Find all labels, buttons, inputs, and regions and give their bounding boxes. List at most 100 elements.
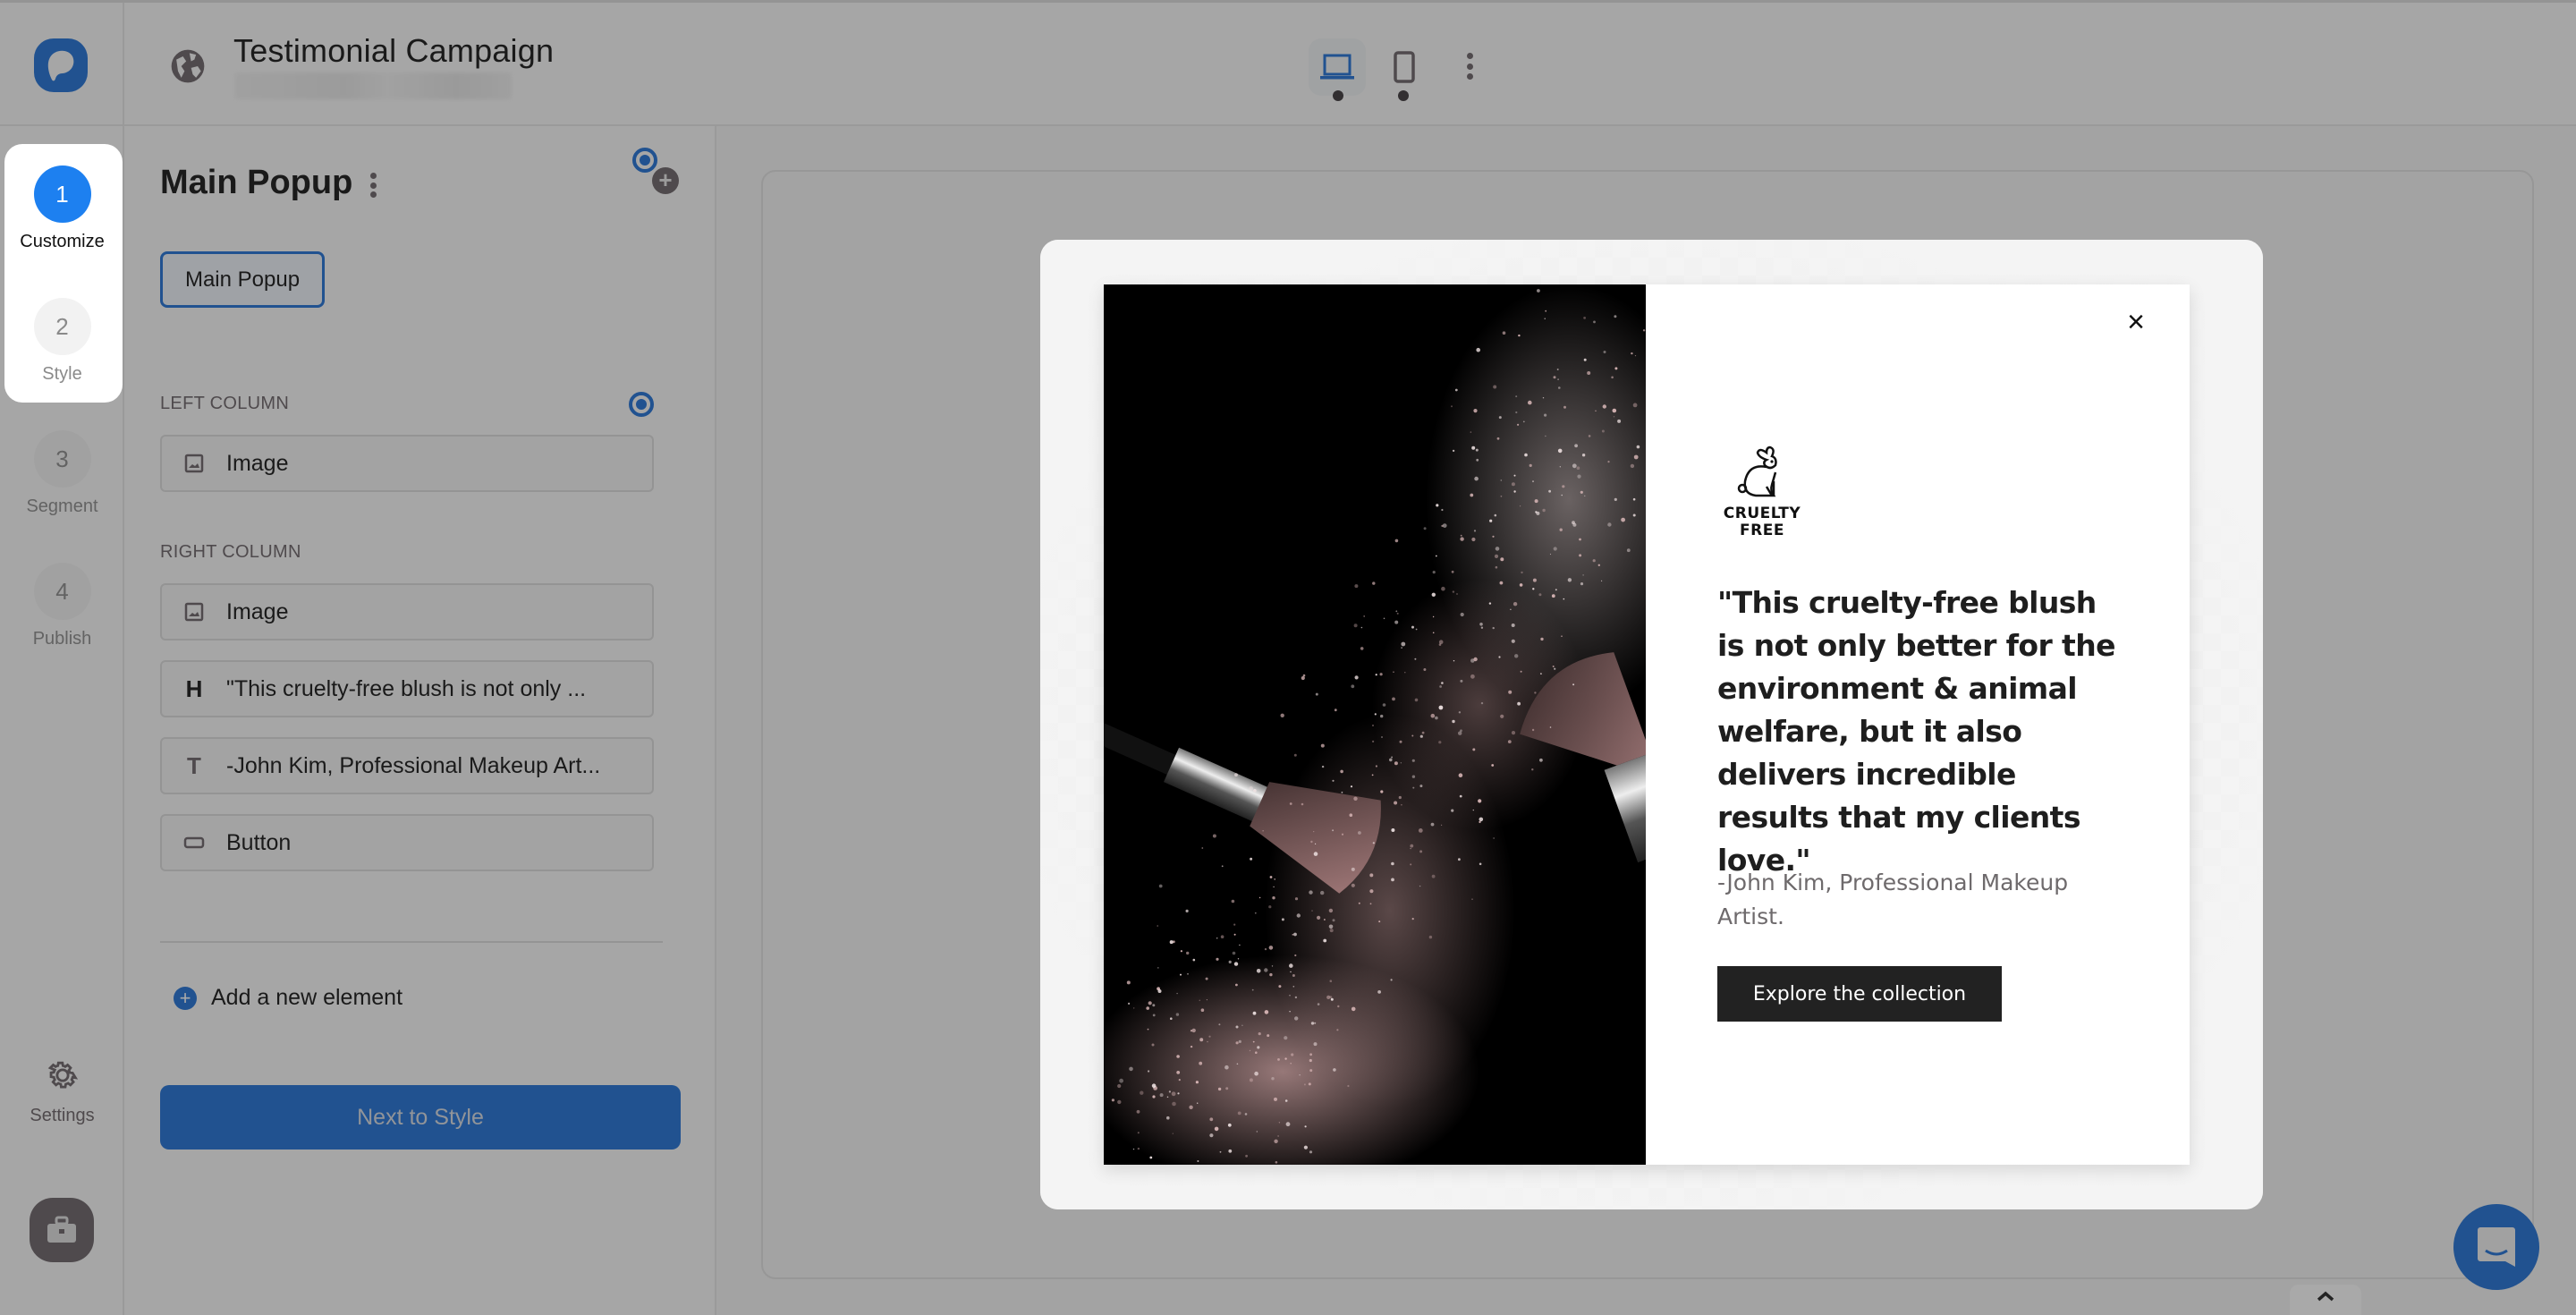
powder-speck (1432, 615, 1435, 618)
step-segment[interactable]: 3 Segment (0, 430, 124, 517)
brush-powder-image (1104, 284, 1646, 1165)
powder-speck (1549, 553, 1552, 556)
powder-speck (1268, 905, 1272, 909)
powder-speck (1267, 1034, 1270, 1038)
powder-speck (1583, 317, 1586, 319)
powder-speck (1140, 1090, 1144, 1095)
powder-speck (1341, 791, 1343, 793)
powder-speck (1534, 691, 1537, 694)
step-customize[interactable]: 1 Customize (0, 165, 124, 252)
powder-speck (1532, 588, 1535, 590)
powder-speck (1642, 329, 1646, 332)
powder-speck (1451, 809, 1454, 812)
powder-speck (1520, 505, 1521, 507)
powder-speck (1189, 1105, 1193, 1109)
left-column-item-image[interactable]: Image (160, 435, 654, 492)
settings-button[interactable]: Settings (0, 1056, 124, 1126)
powder-speck (1410, 863, 1412, 866)
powder-speck (1372, 725, 1374, 726)
powder-speck (1375, 674, 1377, 676)
powder-speck (1310, 840, 1313, 844)
powder-speck (1418, 828, 1423, 833)
powder-speck (1274, 878, 1276, 880)
powder-speck (1452, 590, 1455, 593)
settings-label: Settings (30, 1106, 95, 1125)
powder-speck (1238, 1039, 1241, 1043)
powder-speck (1500, 479, 1503, 481)
powder-speck (1493, 837, 1495, 839)
powder-speck (1582, 574, 1584, 576)
powder-speck (1441, 682, 1444, 684)
powder-speck (1277, 1135, 1279, 1137)
right-column-item-text[interactable]: T -John Kim, Professional Makeup Art... (160, 737, 654, 794)
powder-speck (1168, 1090, 1171, 1093)
powder-speck (1553, 376, 1556, 379)
target-marker-icon[interactable] (632, 148, 657, 173)
powder-speck (1521, 571, 1523, 574)
powder-speck (1166, 1116, 1170, 1120)
powder-speck (1471, 537, 1476, 542)
popup-image[interactable] (1104, 284, 1646, 1165)
powder-speck (1274, 1097, 1277, 1101)
add-new-element-button[interactable]: + Add a new element (174, 985, 402, 1011)
powder-speck (1531, 768, 1534, 771)
powder-speck (1152, 1095, 1156, 1099)
powder-speck (1459, 794, 1462, 798)
powder-speck (1476, 458, 1479, 462)
add-badge-icon[interactable]: + (652, 167, 679, 194)
powder-speck (1199, 1038, 1204, 1042)
powder-speck (1583, 358, 1587, 361)
step-publish[interactable]: 4 Publish (0, 563, 124, 649)
powder-speck (1632, 403, 1638, 408)
powder-speck (1441, 508, 1444, 512)
powder-speck (1315, 692, 1318, 696)
target-marker-icon[interactable] (629, 392, 654, 417)
powder-speck (1200, 1008, 1205, 1012)
powder-speck (1581, 454, 1586, 457)
powder-speck (1332, 919, 1335, 922)
powder-speck (1209, 1133, 1214, 1138)
powder-speck (1254, 1071, 1258, 1076)
campaign-title[interactable]: Testimonial Campaign (233, 32, 554, 70)
collapse-tab[interactable] (2290, 1285, 2361, 1315)
briefcase-button[interactable] (30, 1198, 94, 1262)
main-popup-chip[interactable]: Main Popup (160, 251, 325, 308)
more-vertical-icon[interactable] (1458, 49, 1481, 83)
globe-icon[interactable] (168, 47, 208, 86)
right-column-item-button[interactable]: Button (160, 814, 654, 871)
powder-speck (1563, 405, 1566, 409)
powder-speck (1479, 817, 1484, 822)
campaign-subtitle-blurred (234, 72, 512, 99)
right-column-item-image[interactable]: Image (160, 583, 654, 641)
right-column-item-heading[interactable]: H "This cruelty-free blush is not only .… (160, 660, 654, 717)
powder-speck (1601, 429, 1605, 433)
powder-speck (1180, 950, 1182, 953)
explore-collection-button[interactable]: Explore the collection (1717, 966, 2002, 1022)
close-icon[interactable]: × (2120, 306, 2152, 338)
powder-speck (1284, 1057, 1287, 1060)
powder-speck (1410, 847, 1411, 850)
powder-speck (1314, 1022, 1317, 1024)
powder-speck (1117, 1083, 1122, 1089)
powder-speck (1495, 547, 1500, 551)
powder-speck (1233, 923, 1236, 926)
powder-speck (1224, 1065, 1229, 1070)
desktop-preview-button[interactable] (1309, 38, 1366, 96)
powder-speck (1379, 673, 1383, 676)
powder-speck (1488, 602, 1492, 605)
mobile-preview-button[interactable] (1377, 38, 1431, 96)
next-to-style-button[interactable]: Next to Style (160, 1085, 681, 1150)
panel-more-icon[interactable] (366, 171, 380, 199)
add-element-label: Add a new element (211, 985, 403, 1010)
step-style[interactable]: 2 Style (0, 298, 124, 385)
chat-launcher-button[interactable] (2453, 1204, 2539, 1290)
powder-speck (1430, 822, 1435, 827)
powder-speck (1513, 474, 1516, 477)
powder-speck (1252, 1011, 1257, 1015)
powder-speck (1311, 910, 1313, 912)
powder-speck (1495, 565, 1498, 569)
powder-speck (1289, 1011, 1291, 1013)
powder-speck (1451, 570, 1454, 573)
app-logo-icon[interactable] (32, 37, 89, 94)
powder-speck (1137, 1132, 1140, 1134)
